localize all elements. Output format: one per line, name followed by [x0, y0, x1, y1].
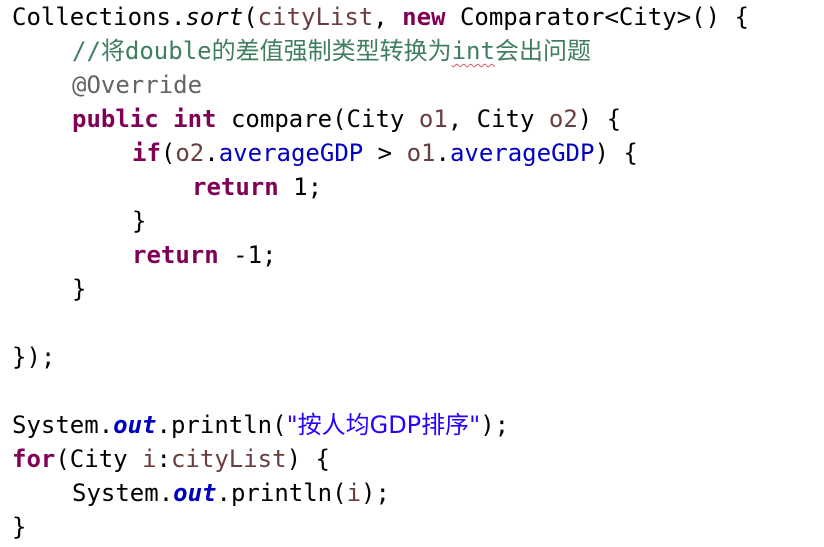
code-line-16[interactable]: } — [12, 510, 26, 544]
code-token: .println( — [216, 479, 347, 507]
field-averagegdp: averageGDP — [218, 139, 364, 167]
comment-text: 的差值强制类型转换为 — [211, 37, 452, 65]
code-line-5[interactable]: if(o2.averageGDP > o1.averageGDP) { — [132, 136, 638, 170]
keyword-return: return — [192, 173, 279, 201]
parameter-o1: o1 — [406, 139, 436, 167]
code-token: System. — [72, 479, 174, 507]
keyword-new: new — [402, 3, 446, 31]
method-name-sort: sort — [185, 3, 244, 31]
code-line-14[interactable]: for(City i:cityList) { — [12, 442, 330, 476]
parameter-o1: o1 — [418, 105, 448, 133]
field-averagegdp: averageGDP — [449, 139, 595, 167]
code-token: , City — [447, 105, 549, 133]
code-token: : — [156, 445, 171, 473]
code-token: -1; — [218, 241, 277, 269]
code-line-3[interactable]: @Override — [72, 68, 202, 102]
string-literal: "按人均GDP排序" — [286, 411, 481, 439]
code-token: ) { — [577, 105, 622, 133]
code-token: 1; — [278, 173, 323, 201]
code-token: ( — [160, 139, 176, 167]
code-line-7[interactable]: } — [132, 204, 146, 238]
code-line-15[interactable]: System.out.println(i); — [72, 476, 390, 510]
code-token: System. — [12, 411, 114, 439]
annotation-override: @Override — [72, 71, 203, 99]
comment-text: 会出问题 — [494, 37, 591, 65]
variable-i: i — [346, 479, 362, 507]
comment-text: //将 — [72, 37, 125, 65]
code-line-6[interactable]: return 1; — [192, 170, 322, 204]
keyword-return: return — [132, 241, 219, 269]
static-field-out: out — [173, 479, 217, 507]
closing-brace: } — [132, 207, 147, 235]
code-token: ); — [361, 479, 390, 507]
code-token: . — [435, 139, 450, 167]
code-token: . — [204, 139, 219, 167]
code-token: , — [373, 3, 403, 31]
variable-i: i — [142, 445, 157, 473]
code-token: > — [363, 139, 407, 167]
code-line-8[interactable]: return -1; — [132, 238, 277, 272]
code-token: (City — [55, 445, 143, 473]
code-token: Comparator<City>() { — [445, 3, 749, 31]
parameter-o2: o2 — [548, 105, 578, 133]
variable-citylist: cityList — [170, 445, 287, 473]
closing-statement: }); — [12, 343, 56, 371]
code-line-13[interactable]: System.out.println("按人均GDP排序"); — [12, 408, 509, 442]
code-token: Collections. — [12, 3, 186, 31]
code-line-1[interactable]: Collections.sort(cityList, new Comparato… — [12, 0, 749, 34]
closing-brace: } — [72, 275, 87, 303]
static-field-out: out — [113, 411, 157, 439]
code-line-2-comment[interactable]: //将double的差值强制类型转换为int会出问题 — [72, 34, 591, 68]
comment-text-spellcheck: int — [451, 37, 495, 65]
closing-brace: } — [12, 513, 27, 541]
comment-text: double — [124, 37, 212, 65]
keyword-public: public — [72, 105, 159, 133]
code-token: .println( — [156, 411, 287, 439]
keyword-if: if — [132, 139, 161, 167]
keyword-for: for — [12, 445, 56, 473]
code-token: ) { — [286, 445, 330, 473]
code-line-4[interactable]: public int compare(City o1, City o2) { — [72, 102, 621, 136]
variable-citylist: cityList — [257, 3, 374, 31]
code-line-9[interactable]: } — [72, 272, 86, 306]
code-editor[interactable]: Collections.sort(cityList, new Comparato… — [0, 0, 824, 547]
parameter-o2: o2 — [175, 139, 205, 167]
code-token: ) { — [594, 139, 638, 167]
code-line-11[interactable]: }); — [12, 340, 55, 374]
keyword-int: int — [173, 105, 217, 133]
code-token: ( — [243, 3, 258, 31]
code-token: compare(City — [216, 105, 419, 133]
code-token: ); — [480, 411, 510, 439]
